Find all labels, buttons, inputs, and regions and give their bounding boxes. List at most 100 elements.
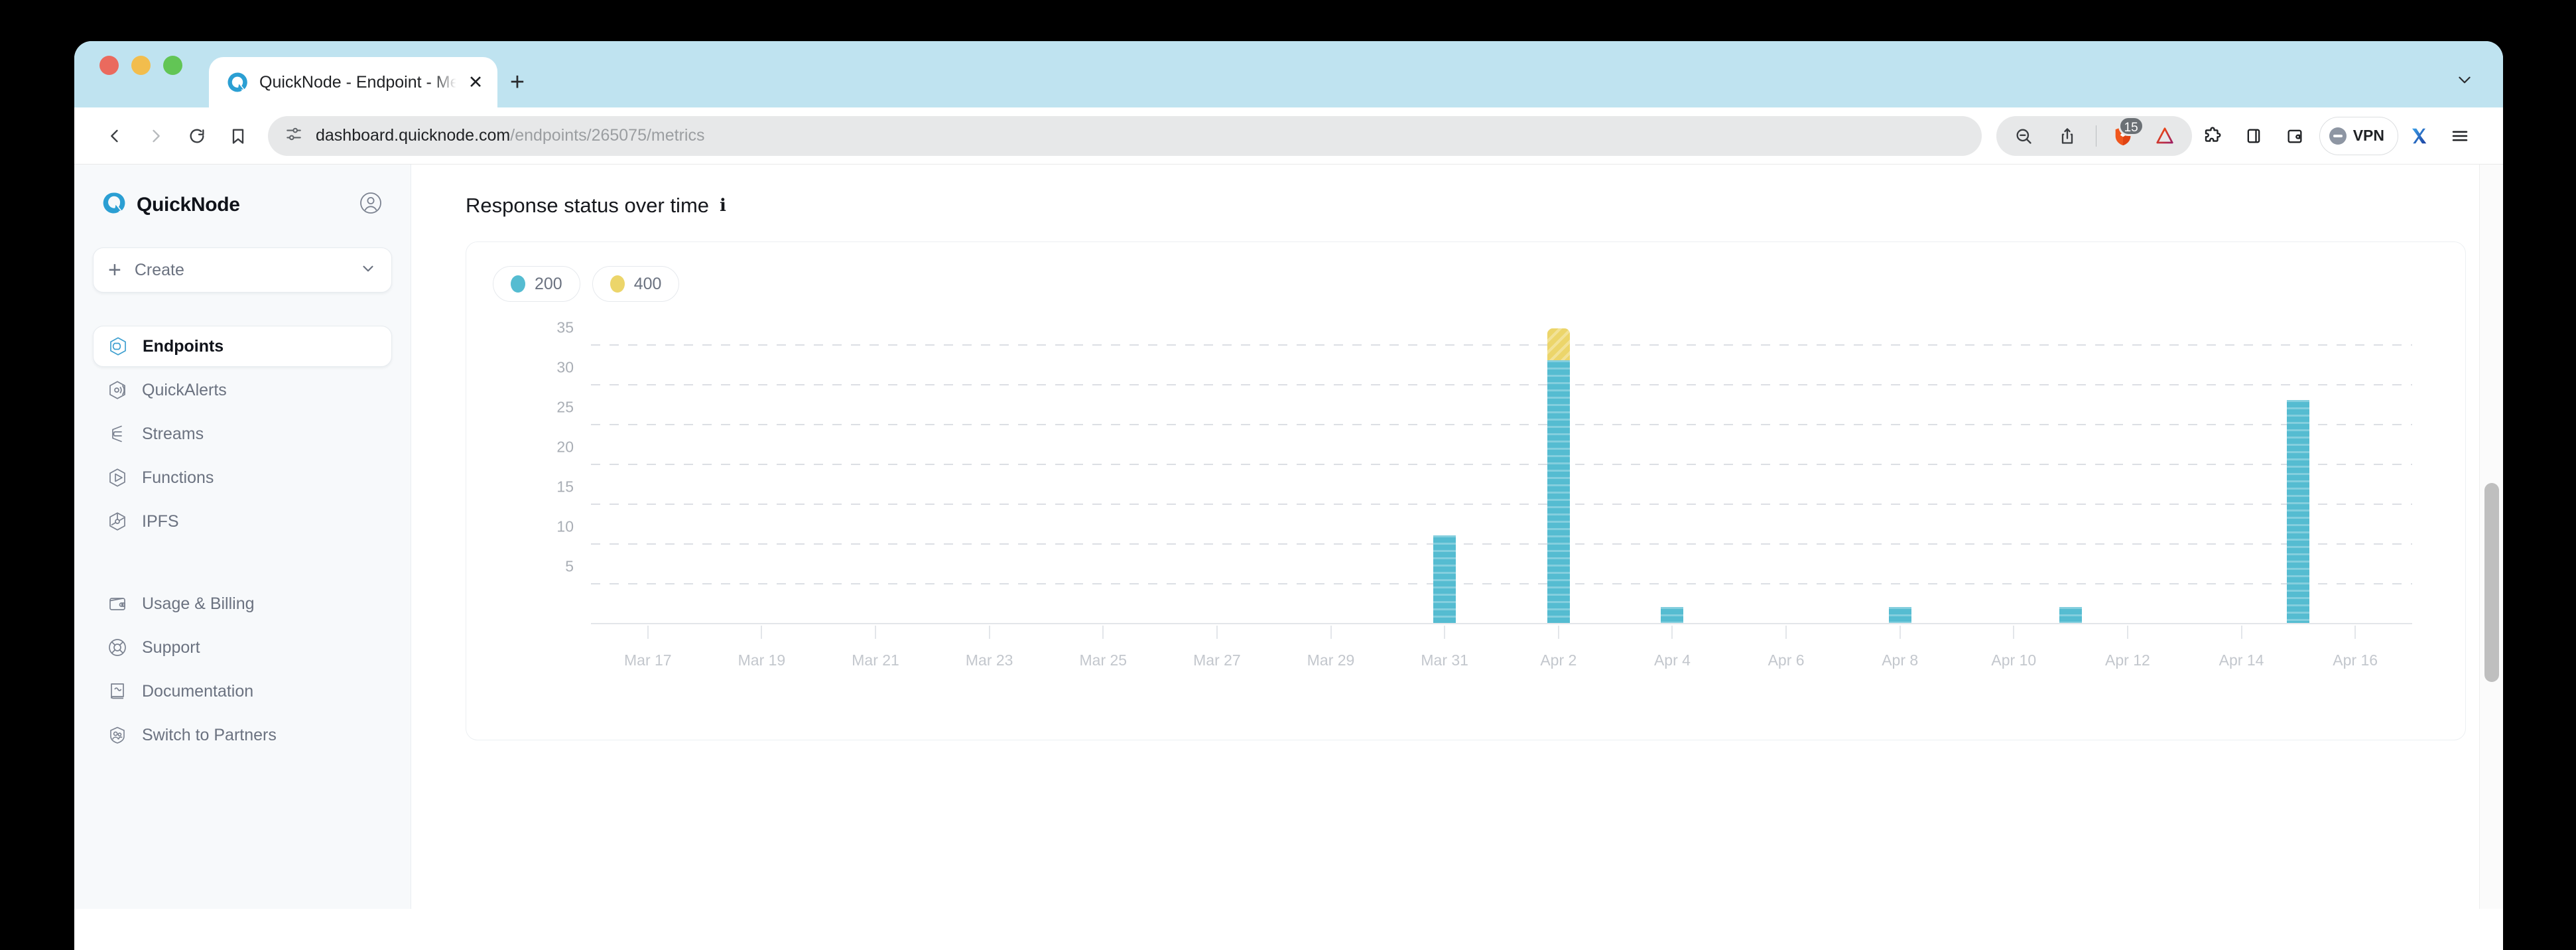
tab-strip: QuickNode - Endpoint - Metrics ✕ + [74, 41, 2503, 107]
tab-title: QuickNode - Endpoint - Metrics [259, 72, 456, 92]
x-profile-icon[interactable] [2398, 115, 2439, 157]
shield-blocked-count: 15 [2118, 115, 2144, 136]
x-axis-tick-label: Mar 29 [1307, 651, 1355, 669]
page-content: QuickNode + Create Endpoints QuickAlerts… [74, 165, 2503, 909]
extensions-icon[interactable] [2192, 115, 2233, 157]
address-bar[interactable]: dashboard.quicknode.com/endpoints/265075… [268, 115, 1982, 156]
x-axis-tick-mark [1330, 626, 1332, 639]
y-axis-tick-label: 15 [556, 478, 574, 496]
x-axis-tick-mark [1102, 626, 1104, 639]
vertical-scrollbar[interactable] [2479, 165, 2503, 909]
brave-rewards-icon[interactable] [2144, 115, 2185, 157]
x-axis-tick-mark [2240, 626, 2242, 639]
x-axis-tick-mark [988, 626, 990, 639]
app-sidebar: QuickNode + Create Endpoints QuickAlerts… [74, 165, 411, 909]
x-axis-tick-mark [1557, 626, 1559, 639]
sidebar-item-label: Documentation [142, 681, 254, 701]
sidebar-item-usage-billing[interactable]: Usage & Billing [93, 583, 392, 624]
quickalerts-icon [106, 379, 129, 401]
x-axis-tick-mark [1785, 626, 1787, 639]
chart-legend: 200 400 [493, 266, 2439, 302]
legend-item-200[interactable]: 200 [493, 266, 580, 302]
vpn-toggle-button[interactable]: VPN [2319, 116, 2398, 155]
sidebar-item-label: Endpoints [143, 336, 224, 356]
sidebar-item-label: Functions [142, 468, 214, 487]
forward-arrow-icon[interactable] [135, 115, 176, 157]
sidebar-item-endpoints[interactable]: Endpoints [93, 326, 392, 367]
tune-sliders-icon[interactable] [285, 125, 302, 146]
sidebar-panel-icon[interactable] [2233, 115, 2274, 157]
vpn-toggle-icon [2329, 127, 2347, 145]
quicknode-logo-icon [102, 191, 126, 218]
brand-name: QuickNode [137, 193, 240, 216]
sidebar-item-documentation[interactable]: Documentation [93, 671, 392, 712]
y-axis-tick-label: 20 [556, 438, 574, 456]
wallet-icon[interactable] [2274, 115, 2315, 157]
sidebar-item-quickalerts[interactable]: QuickAlerts [93, 370, 392, 411]
browser-tab[interactable]: QuickNode - Endpoint - Metrics ✕ [209, 57, 497, 107]
x-axis-tick-label: Apr 10 [1991, 651, 2037, 669]
streams-icon [106, 423, 129, 445]
close-icon[interactable]: ✕ [467, 73, 484, 91]
x-axis-tick-mark [875, 626, 877, 639]
bar-segment-200 [1661, 607, 1684, 623]
reload-icon[interactable] [176, 115, 218, 157]
chevron-down-icon [359, 260, 377, 281]
sidebar-brand: QuickNode [93, 186, 392, 218]
chart-bar[interactable] [2059, 607, 2083, 623]
chart-plot-area: 5 10 15 20 25 30 35 Mar 17 Mar 19 Mar 21 Mar 23 Mar… [556, 319, 2412, 669]
sidebar-item-label: Streams [142, 424, 204, 443]
legend-item-400[interactable]: 400 [592, 266, 680, 302]
tab-search-button[interactable] [2451, 66, 2478, 93]
y-axis-tick-label: 10 [556, 517, 574, 535]
info-icon[interactable]: ℹ [720, 197, 726, 214]
y-axis-tick-label: 30 [556, 358, 574, 376]
plus-icon: + [108, 257, 121, 283]
sidebar-item-label: QuickAlerts [142, 380, 227, 399]
maximize-window-button[interactable] [163, 55, 182, 75]
create-button[interactable]: + Create [93, 247, 392, 293]
sidebar-divider-space [93, 545, 392, 583]
window-traffic-lights [99, 41, 182, 107]
x-axis-tick-label: Mar 25 [1079, 651, 1127, 669]
gridline: 35 [556, 319, 2412, 346]
back-arrow-icon[interactable] [94, 115, 135, 157]
vpn-label: VPN [2352, 127, 2384, 144]
chart-bar[interactable] [1433, 535, 1456, 623]
main-content: Response status over time ℹ 200 400 5 10… [411, 165, 2503, 909]
y-axis-tick-label: 25 [556, 398, 574, 416]
bar-segment-200 [1433, 535, 1456, 623]
gridline: 20 [556, 439, 2412, 465]
chart-bar[interactable] [1547, 328, 1570, 623]
hamburger-menu-icon[interactable] [2439, 115, 2480, 157]
minimize-window-button[interactable] [131, 55, 151, 75]
x-axis-tick-label: Apr 14 [2219, 651, 2264, 669]
bar-segment-400 [1547, 328, 1570, 360]
scrollbar-thumb[interactable] [2484, 483, 2499, 682]
zoom-out-icon[interactable] [2003, 115, 2044, 157]
sidebar-item-switch-to-partners[interactable]: Switch to Partners [93, 714, 392, 756]
x-axis-tick-label: Mar 23 [965, 651, 1013, 669]
x-axis-line [591, 623, 2412, 624]
gridline: 25 [556, 399, 2412, 425]
chart-bar[interactable] [2287, 400, 2310, 623]
sidebar-item-functions[interactable]: Functions [93, 457, 392, 498]
account-avatar-icon[interactable] [359, 191, 383, 218]
sidebar-item-streams[interactable]: Streams [93, 413, 392, 454]
bookmark-icon[interactable] [218, 115, 259, 157]
x-axis-tick-label: Mar 19 [738, 651, 786, 669]
x-axis-tick-label: Apr 4 [1653, 651, 1691, 669]
sidebar-item-support[interactable]: Support [93, 627, 392, 668]
x-axis-tick-mark [1216, 626, 1218, 639]
new-tab-button[interactable]: + [497, 57, 537, 107]
brave-shield-icon[interactable]: 15 [2104, 115, 2144, 155]
sidebar-item-label: IPFS [142, 511, 179, 531]
chart-bar[interactable] [1661, 607, 1684, 623]
address-bar-url: dashboard.quicknode.com/endpoints/265075… [316, 126, 705, 145]
x-axis-tick-mark [2013, 626, 2015, 639]
share-icon[interactable] [2047, 115, 2088, 157]
chart-bar[interactable] [1888, 607, 1911, 623]
close-window-button[interactable] [99, 55, 119, 75]
sidebar-item-ipfs[interactable]: IPFS [93, 501, 392, 542]
legend-label: 200 [535, 274, 562, 293]
